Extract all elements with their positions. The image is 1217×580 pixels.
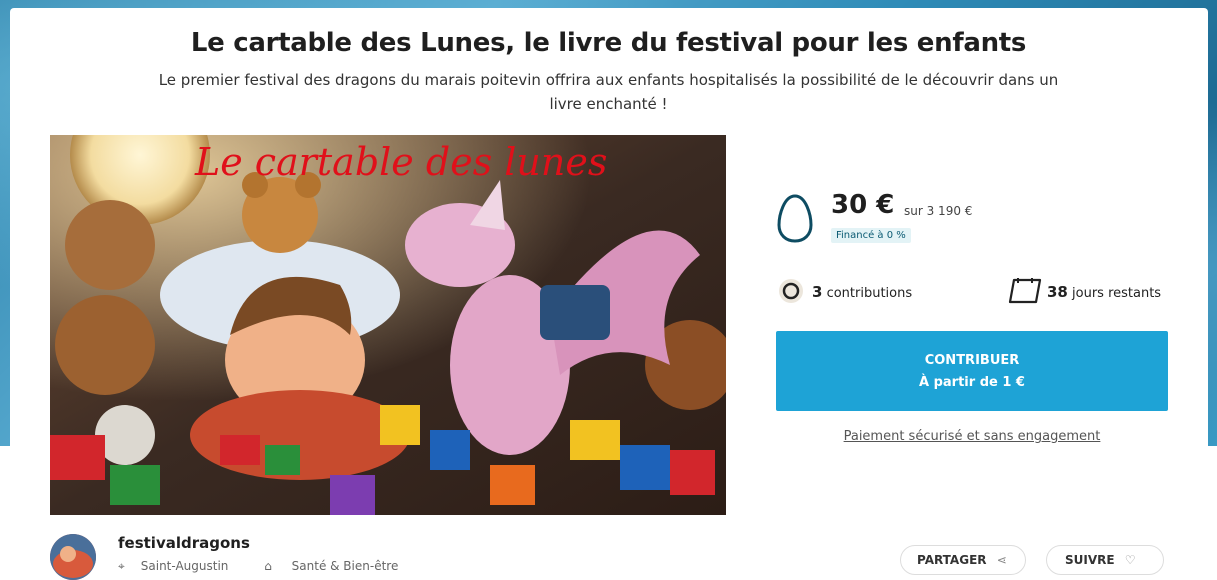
days-remaining-stat: 38 jours restants <box>1047 283 1161 301</box>
contribute-button-sublabel: À partir de 1 € <box>919 375 1025 390</box>
location-tag[interactable]: ⌖ Saint-Augustin <box>118 559 244 573</box>
share-icon: ⋖ <box>996 553 1007 567</box>
project-hero-image[interactable]: Le cartable des lunes <box>50 135 726 515</box>
funding-goal: sur 3 190 € <box>904 204 973 218</box>
funding-amount: 30 € <box>831 190 895 220</box>
follow-button-label: SUIVRE <box>1065 553 1115 567</box>
share-button-label: PARTAGER <box>917 553 987 567</box>
days-count: 38 <box>1047 283 1068 301</box>
days-label: jours restants <box>1072 286 1162 301</box>
follow-button[interactable]: SUIVRE ♡ <box>1046 545 1164 575</box>
tag-icon: ⌂ <box>264 559 276 573</box>
author-meta: ⌖ Saint-Augustin ⌂ Santé & Bien-être <box>118 559 430 574</box>
location-label: Saint-Augustin <box>140 559 229 573</box>
contributions-icon <box>779 279 803 303</box>
location-pin-icon: ⌖ <box>118 559 125 573</box>
share-button[interactable]: PARTAGER ⋖ <box>900 545 1026 575</box>
contributions-stat: 3 contributions <box>812 283 912 301</box>
secure-payment-link[interactable]: Paiement sécurisé et sans engagement <box>776 429 1168 444</box>
calendar-icon <box>1008 278 1042 304</box>
egg-progress-icon <box>777 194 813 243</box>
author-avatar[interactable] <box>50 534 96 580</box>
category-label: Santé & Bien-être <box>291 559 399 573</box>
category-tag[interactable]: ⌂ Santé & Bien-être <box>264 559 414 573</box>
contributions-label: contributions <box>826 286 913 301</box>
project-title: Le cartable des Lunes, le livre du festi… <box>190 28 1027 58</box>
contribute-button-label: CONTRIBUER <box>924 353 1020 368</box>
hero-title-text: Le cartable des lunes <box>194 140 607 184</box>
heart-icon: ♡ <box>1124 553 1136 567</box>
project-subtitle: Le premier festival des dragons du marai… <box>158 71 1059 113</box>
funded-percent-badge: Financé à 0 % <box>831 228 911 243</box>
contributions-count: 3 <box>812 283 823 301</box>
author-name[interactable]: festivaldragons <box>118 534 250 552</box>
contribute-button[interactable]: CONTRIBUER À partir de 1 € <box>776 331 1168 411</box>
